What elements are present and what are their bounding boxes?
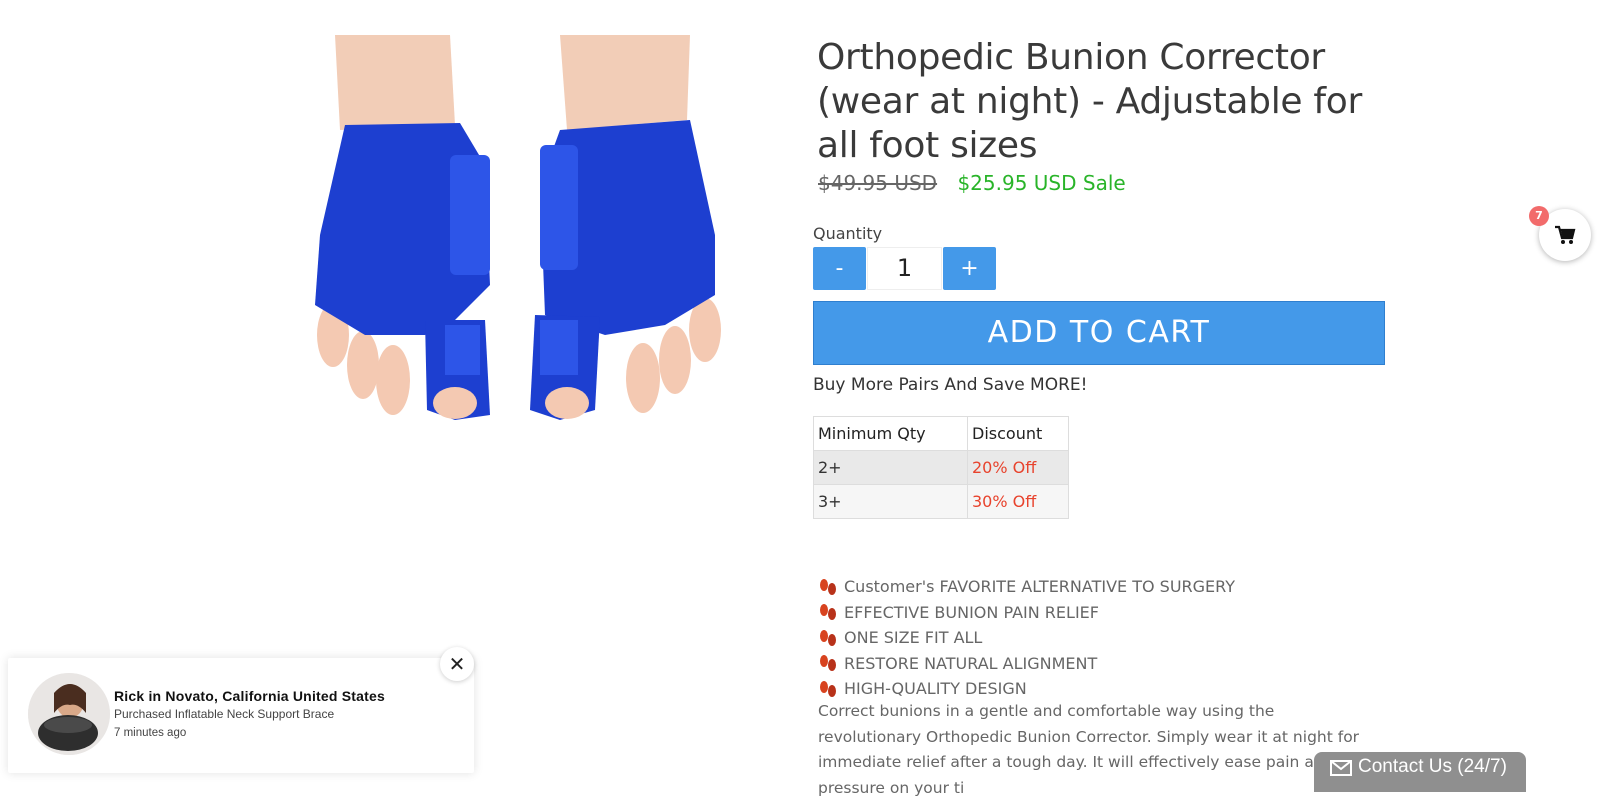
footprints-icon	[820, 680, 836, 697]
quantity-label: Quantity	[813, 224, 883, 243]
footprints-icon	[820, 655, 836, 672]
feature-text: EFFECTIVE BUNION PAIN RELIEF	[844, 602, 1099, 622]
popup-timestamp: 7 minutes ago	[114, 727, 187, 739]
cart-count-badge: 7	[1529, 206, 1549, 226]
table-header-discount: Discount	[967, 416, 1069, 451]
feature-text: HIGH-QUALITY DESIGN	[844, 679, 1027, 698]
feature-text: RESTORE NATURAL ALIGNMENT	[844, 653, 1098, 673]
product-title: Orthopedic Bunion Corrector (wear at nig…	[817, 37, 1363, 166]
price-row: $49.95 USD $25.95 USD Sale	[818, 170, 1126, 196]
feature-list: Customer's FAVORITE ALTERNATIVE TO SURGE…	[818, 574, 1363, 702]
table-row: 2+ 20% Off	[813, 450, 1069, 485]
contact-us-button[interactable]: Contact Us (24/7)	[1314, 752, 1526, 792]
product-description: Correct bunions in a gentle and comforta…	[818, 702, 1360, 797]
mail-icon	[1330, 760, 1352, 776]
table-cell-qty: 2+	[813, 450, 968, 485]
feature-text: Customer's FAVORITE ALTERNATIVE TO SURGE…	[844, 577, 1236, 596]
table-cell-discount: 20% Off	[967, 450, 1069, 485]
quantity-increase-button[interactable]: +	[943, 247, 996, 290]
sale-label: Sale	[1082, 171, 1126, 195]
footprints-icon	[820, 578, 836, 595]
footprints-icon	[820, 604, 836, 621]
table-cell-discount: 30% Off	[967, 484, 1069, 519]
list-item: ONE SIZE FIT ALL	[818, 625, 1363, 651]
table-row: 3+ 30% Off	[813, 484, 1069, 519]
table-cell-qty: 3+	[813, 484, 968, 519]
list-item: EFFECTIVE BUNION PAIN RELIEF	[818, 600, 1363, 626]
feature-text: ONE SIZE FIT ALL	[844, 628, 983, 647]
contact-us-label: Contact Us (24/7)	[1358, 756, 1507, 777]
list-item: RESTORE NATURAL ALIGNMENT	[818, 651, 1363, 677]
popup-product-name[interactable]: Purchased Inflatable Neck Support Brace	[114, 707, 334, 721]
sale-price: $25.95 USD	[957, 171, 1077, 195]
list-item: HIGH-QUALITY DESIGN	[818, 676, 1363, 702]
recent-purchase-popup: Rick in Novato, California United States…	[8, 647, 474, 773]
discount-table: Minimum Qty Discount 2+ 20% Off 3+ 30% O…	[813, 416, 1069, 519]
product-image	[305, 35, 730, 425]
quantity-decrease-button[interactable]: -	[813, 247, 866, 290]
floating-cart-button[interactable]: 7	[1529, 206, 1591, 261]
product-thumbnail[interactable]	[28, 673, 110, 755]
bulk-discount-title: Buy More Pairs And Save MORE!	[813, 375, 1088, 395]
add-to-cart-button[interactable]: ADD TO CART	[813, 301, 1385, 365]
table-header-min-qty: Minimum Qty	[813, 416, 968, 451]
close-icon[interactable]: ✕	[440, 647, 474, 681]
popup-customer-name: Rick in Novato, California United States	[114, 688, 385, 704]
table-header-row: Minimum Qty Discount	[813, 416, 1069, 451]
footprints-icon	[820, 629, 836, 646]
cart-icon	[1555, 225, 1576, 244]
quantity-input[interactable]: 1	[867, 247, 942, 290]
list-item: Customer's FAVORITE ALTERNATIVE TO SURGE…	[818, 574, 1363, 600]
old-price: $49.95 USD	[818, 171, 938, 195]
quantity-stepper: - 1 +	[813, 247, 996, 290]
